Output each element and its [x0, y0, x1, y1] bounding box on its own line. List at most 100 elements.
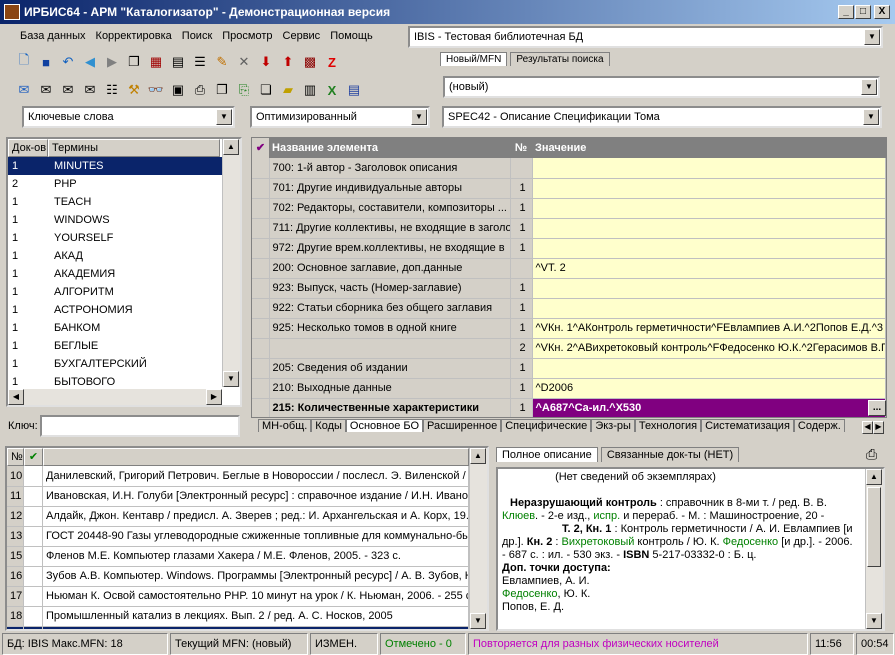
check-header-icon[interactable]: ✔: [24, 448, 43, 466]
print-icon[interactable]: ⎙: [190, 80, 210, 100]
dictionary-scrollbar[interactable]: ▲ ▼: [222, 139, 240, 387]
result-row[interactable]: 17 Ньюман К. Освой самостоятельно PHP. 10…: [7, 586, 469, 607]
field-value[interactable]: ^VКн. 2^AВихретоковый контроль^FФедосенк…: [532, 338, 886, 359]
copy-icon[interactable]: ❐: [124, 52, 144, 72]
folder-icon[interactable]: ▰: [278, 80, 298, 100]
scroll-right-icon[interactable]: ▶: [206, 389, 222, 405]
tab-new-mfn[interactable]: Новый/MFN: [440, 52, 508, 66]
field-row[interactable]: 701: Другие индивидуальные авторы 1: [252, 178, 886, 199]
dictionary-select[interactable]: Ключевые слова ▼: [22, 106, 235, 128]
paste-icon[interactable]: ⎘: [234, 80, 254, 100]
field-row[interactable]: 923: Выпуск, часть (Номер-заглавие) 1: [252, 278, 886, 299]
scroll-left-icon[interactable]: ◀: [8, 389, 24, 405]
dictionary-row[interactable]: 2 PHP: [8, 175, 222, 193]
maximize-button[interactable]: □: [855, 5, 871, 19]
format-select[interactable]: Оптимизированный ▼: [250, 106, 430, 128]
comment-icon[interactable]: ✉: [14, 80, 34, 100]
worksheet-spec-select[interactable]: SPEC42 - Описание Спецификации Тома ▼: [442, 106, 882, 128]
result-checkbox[interactable]: [23, 606, 43, 627]
list-icon[interactable]: ☷: [102, 80, 122, 100]
field-check[interactable]: [252, 158, 270, 179]
field-value[interactable]: [532, 358, 886, 379]
menu-help[interactable]: Помощь: [330, 30, 373, 42]
envelope-icon[interactable]: ✉: [58, 80, 78, 100]
tree-icon[interactable]: ☰: [190, 52, 210, 72]
result-row[interactable]: 13 ГОСТ 20448-90 Газы углеводородные сжиж…: [7, 526, 469, 547]
dictionary-row[interactable]: 1 АСТРОНОМИЯ: [8, 301, 222, 319]
field-value[interactable]: ^A687^Cа-ил.^X530: [532, 398, 886, 417]
chevron-down-icon[interactable]: ▼: [411, 109, 427, 125]
field-tab[interactable]: Специфические: [501, 419, 592, 432]
field-tab[interactable]: Основное БО: [345, 419, 424, 432]
scroll-down-icon[interactable]: ▼: [223, 371, 239, 387]
field-check[interactable]: [252, 398, 270, 417]
scroll-up-icon[interactable]: ▲: [470, 448, 486, 464]
film-icon[interactable]: ▩: [300, 52, 320, 72]
chevron-down-icon[interactable]: ▼: [864, 29, 880, 45]
tab-full-description[interactable]: Полное описание: [496, 447, 598, 462]
result-checkbox[interactable]: [23, 586, 43, 607]
database-select[interactable]: IBIS - Тестовая библиотечная БД ▼: [408, 26, 883, 48]
records-icon[interactable]: ▤: [168, 52, 188, 72]
field-value[interactable]: ^D2006: [532, 378, 886, 399]
field-check[interactable]: [252, 358, 270, 379]
new-document-icon[interactable]: 🗋: [14, 52, 34, 72]
menu-search[interactable]: Поиск: [182, 30, 212, 42]
result-row[interactable]: 16 Зубов А.В. Компьютер. Windows. Програм…: [7, 566, 469, 587]
field-row[interactable]: 922: Статьи сборника без общего заглавия…: [252, 298, 886, 319]
field-row[interactable]: 700: 1-й автор - Заголовок описания: [252, 158, 886, 179]
edit-icon[interactable]: ✎: [212, 52, 232, 72]
worksheet-select[interactable]: (новый) ▼: [443, 76, 880, 98]
field-row[interactable]: 200: Основное заглавие, доп.данные ^VT. 2: [252, 258, 886, 279]
dictionary-row[interactable]: 1 БЕГЛЫЕ: [8, 337, 222, 355]
undo-icon[interactable]: ↶: [58, 52, 78, 72]
dictionary-row[interactable]: 1 АКАДЕМИЯ: [8, 265, 222, 283]
result-row[interactable]: 12 Алдайк, Джон. Кентавр / предисл. А. Зв…: [7, 506, 469, 527]
field-check[interactable]: [252, 318, 270, 339]
result-checkbox[interactable]: [23, 506, 43, 527]
field-check[interactable]: [252, 178, 270, 199]
field-row[interactable]: 925: Несколько томов в одной книге 1 ^VКн.…: [252, 318, 886, 339]
dictionary-hscrollbar[interactable]: ◀ ▶: [8, 389, 222, 405]
result-checkbox[interactable]: [23, 526, 43, 547]
result-row[interactable]: 10 Данилевский, Григорий Петрович. Беглые…: [7, 466, 469, 487]
col-terms[interactable]: Термины: [48, 139, 220, 157]
field-value[interactable]: ^VКн. 1^AКонтроль герметичности^FЕвлампи…: [532, 318, 886, 339]
chevron-down-icon[interactable]: ▼: [861, 79, 877, 95]
pages-icon[interactable]: ❏: [256, 80, 276, 100]
field-tab[interactable]: Содерж.: [793, 419, 845, 432]
field-tab[interactable]: Экз-ры: [591, 419, 635, 432]
tab-scroll-right-icon[interactable]: ▶: [873, 421, 884, 434]
result-row[interactable]: 18 Промышленный катализ в лекциях. Вып. 2…: [7, 606, 469, 627]
tools-icon[interactable]: ⚒: [124, 80, 144, 100]
field-row[interactable]: 215: Количественные характеристики 1 ^A687…: [252, 398, 886, 417]
field-check[interactable]: [252, 198, 270, 219]
z-icon[interactable]: Z: [322, 52, 342, 72]
field-row[interactable]: 2 ^VКн. 2^AВихретоковый контроль^FФедосен…: [252, 338, 886, 359]
delete-icon[interactable]: ✕: [234, 52, 254, 72]
tab-related-docs[interactable]: Связанные док-ты (НЕТ): [600, 447, 740, 462]
field-row[interactable]: 972: Другие врем.коллективы, не входящие…: [252, 238, 886, 259]
message-icon[interactable]: ✉: [80, 80, 100, 100]
field-value[interactable]: [532, 298, 886, 319]
field-value[interactable]: [532, 178, 886, 199]
tab-search-results[interactable]: Результаты поиска: [510, 52, 610, 66]
grid-icon[interactable]: ▦: [146, 52, 166, 72]
result-row[interactable]: 15 Фленов М.Е. Компьютер глазами Хакера /…: [7, 546, 469, 567]
menu-service[interactable]: Сервис: [283, 30, 321, 42]
field-tab[interactable]: МН-общ.: [258, 419, 312, 432]
field-value[interactable]: [532, 198, 886, 219]
preview-scrollbar[interactable]: ▲ ▼: [865, 469, 883, 629]
dictionary-row[interactable]: 1 БАНКОМ: [8, 319, 222, 337]
field-value[interactable]: [532, 238, 886, 259]
cards-icon[interactable]: ▥: [300, 80, 320, 100]
excel-icon[interactable]: X: [322, 80, 342, 100]
chevron-down-icon[interactable]: ▼: [216, 109, 232, 125]
result-checkbox[interactable]: [23, 466, 43, 487]
result-row[interactable]: 11 Ивановская, И.Н. Голуби [Электронный р…: [7, 486, 469, 507]
menu-view[interactable]: Просмотр: [222, 30, 272, 42]
forward-icon[interactable]: ▶: [102, 52, 122, 72]
dictionary-row[interactable]: 1 YOURSELF: [8, 229, 222, 247]
result-checkbox[interactable]: [23, 566, 43, 587]
scroll-down-icon[interactable]: ▼: [470, 613, 486, 629]
